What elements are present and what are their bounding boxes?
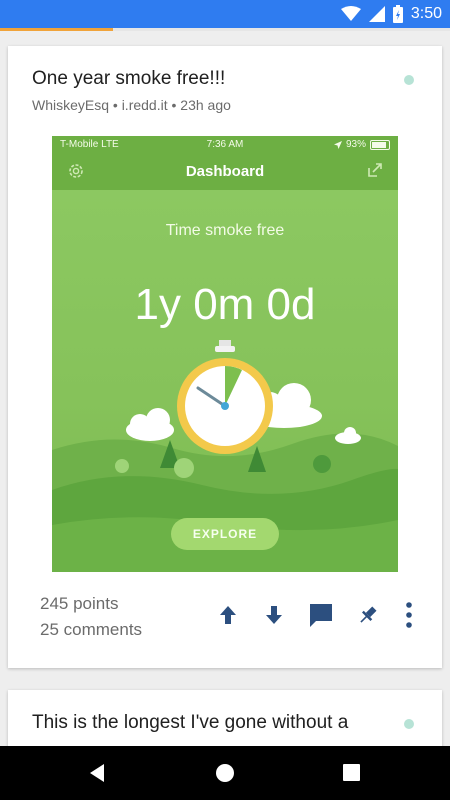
more-button[interactable] <box>398 599 420 631</box>
load-progress-bar <box>0 28 450 31</box>
comment-icon <box>310 604 332 627</box>
system-status-bar: 3:50 <box>0 0 450 28</box>
image-nav-bar: Dashboard <box>52 154 398 190</box>
image-battery-percent: 93% <box>345 139 366 150</box>
post-card[interactable]: One year smoke free!!! WhiskeyEsq • i.re… <box>8 46 442 668</box>
load-progress-fill <box>0 28 113 31</box>
explore-button: EXPLORE <box>171 518 279 550</box>
downvote-icon <box>266 606 282 624</box>
post-title[interactable]: One year smoke free!!! <box>32 68 225 90</box>
post-points: 245 points <box>40 594 119 613</box>
pin-icon <box>360 606 377 623</box>
more-icon <box>406 602 412 628</box>
image-battery-group: 93% <box>333 139 390 150</box>
image-status-bar: T-Mobile LTE 7:36 AM 93% <box>52 136 398 154</box>
comment-button[interactable] <box>306 599 336 631</box>
share-icon <box>368 163 382 177</box>
android-nav-bar <box>0 746 450 800</box>
wifi-icon <box>340 6 361 21</box>
status-icons: 3:50 <box>340 4 442 24</box>
image-label: Time smoke free <box>165 222 285 239</box>
image-timer: 1y 0m 0d <box>134 280 316 329</box>
signal-icon <box>368 6 385 22</box>
unread-dot <box>404 75 414 85</box>
cloud-left <box>126 408 174 441</box>
post-image[interactable]: T-Mobile LTE 7:36 AM 93% Dashboard Time … <box>52 136 398 572</box>
status-clock: 3:50 <box>410 5 442 22</box>
post-meta: WhiskeyEsq • i.redd.it • 23h ago <box>32 97 231 113</box>
next-unread-dot <box>404 719 414 729</box>
image-dashboard: Time smoke free 1y 0m 0d EXPLORE <box>52 190 398 572</box>
upvote-icon <box>220 606 236 624</box>
upvote-button[interactable] <box>214 599 242 631</box>
battery-icon <box>392 5 403 23</box>
post-comments-count[interactable]: 25 comments <box>40 620 142 640</box>
home-icon[interactable] <box>215 763 235 783</box>
back-icon[interactable] <box>88 763 106 783</box>
downvote-button[interactable] <box>260 599 288 631</box>
image-battery-icon <box>370 139 390 150</box>
pin-button[interactable] <box>354 599 382 631</box>
recents-icon[interactable] <box>343 764 360 781</box>
next-post-title[interactable]: This is the longest I've gone without a <box>32 712 348 734</box>
cloud-small <box>335 427 361 444</box>
image-nav-title: Dashboard <box>185 163 265 180</box>
location-arrow-icon <box>333 140 342 149</box>
